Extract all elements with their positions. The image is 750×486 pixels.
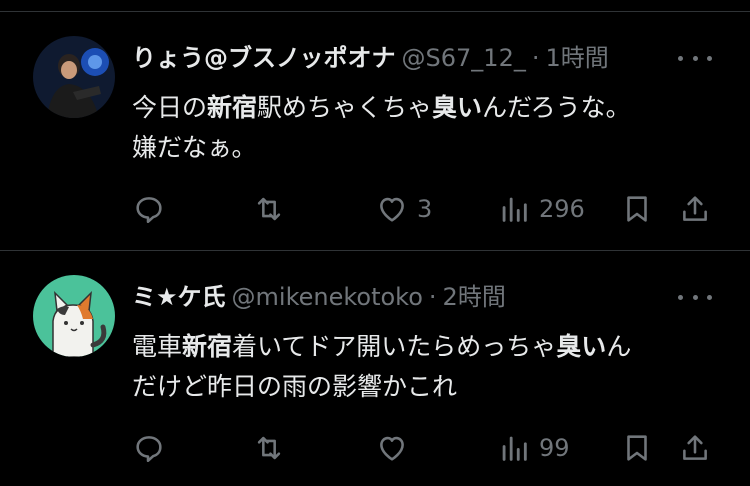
reply-button[interactable]: [132, 189, 166, 229]
text-part: 電車: [132, 332, 183, 361]
avatar-image: [33, 36, 115, 118]
avatar[interactable]: [33, 275, 115, 357]
like-icon: [380, 197, 404, 222]
reply-icon: [136, 436, 162, 463]
text-part: 今日の: [132, 93, 208, 122]
bookmark-button[interactable]: [620, 428, 654, 468]
share-button[interactable]: [678, 189, 712, 229]
text-part: 駅めちゃくちゃ: [257, 93, 433, 122]
share-button[interactable]: [678, 428, 712, 468]
avatar-image: [33, 275, 115, 357]
views-count: 296: [539, 195, 585, 223]
tweet-header: りょう@ブスノッポオナ @S67_12_ · 1時間: [132, 42, 660, 74]
reply-button[interactable]: [132, 428, 166, 468]
handle[interactable]: @mikenekotoko: [232, 283, 423, 311]
views-icon: [502, 197, 527, 222]
avatar[interactable]: [33, 36, 115, 118]
text-part-bold: 新宿: [182, 332, 233, 361]
tweet-header: ミ★ケ氏 @mikenekotoko · 2時間: [132, 281, 660, 313]
like-button[interactable]: [375, 428, 409, 468]
text-part: んだろうな。: [482, 93, 631, 122]
separator: ·: [428, 283, 437, 311]
display-name[interactable]: ミ★ケ氏: [132, 283, 226, 311]
more-icon[interactable]: [678, 287, 712, 307]
views-count: 99: [539, 434, 570, 462]
separator: ·: [531, 44, 540, 72]
tweet-text: 電車新宿着いてドア開いたらめっちゃ臭いんだけど昨日の雨の影響かこれ: [132, 327, 712, 407]
text-part: 着いてドア開いたらめっちゃ: [232, 332, 557, 361]
timestamp[interactable]: 1時間: [545, 44, 608, 72]
tweet-text: 今日の新宿駅めちゃくちゃ臭いんだろうな。嫌だなぁ。: [132, 88, 712, 168]
display-name[interactable]: りょう@ブスノッポオナ: [132, 44, 396, 72]
views-icon: [502, 436, 527, 461]
bookmark-button[interactable]: [620, 189, 654, 229]
retweet-icon: [257, 436, 281, 460]
like-count: 3: [417, 195, 433, 223]
retweet-button[interactable]: [252, 189, 286, 229]
tweet-actions: 99: [0, 428, 750, 468]
text-part-bold: 臭い: [556, 332, 607, 361]
text-part: だけど昨日の雨の影響かこれ: [132, 372, 458, 401]
views-button[interactable]: 296: [497, 189, 585, 229]
text-part: ん: [606, 332, 632, 361]
bookmark-icon: [627, 435, 647, 461]
more-icon[interactable]: [678, 48, 712, 68]
tweet-2[interactable]: ミ★ケ氏 @mikenekotoko · 2時間 電車新宿着いてドア開いたらめっちゃ臭…: [0, 251, 750, 486]
tweet-1[interactable]: りょう@ブスノッポオナ @S67_12_ · 1時間 今日の新宿駅めちゃくちゃ臭いんだ…: [0, 12, 750, 250]
retweet-button[interactable]: [252, 428, 286, 468]
tweet-actions: 3 296: [0, 189, 750, 229]
text-part-bold: 臭い: [432, 93, 483, 122]
handle[interactable]: @S67_12_: [402, 44, 526, 72]
timestamp[interactable]: 2時間: [443, 283, 506, 311]
reply-icon: [136, 197, 162, 224]
share-icon: [683, 435, 707, 460]
text-part: 嫌だなぁ。: [132, 133, 257, 162]
like-icon: [380, 436, 404, 461]
like-button[interactable]: 3: [375, 189, 432, 229]
text-part-bold: 新宿: [207, 93, 258, 122]
bookmark-icon: [627, 196, 647, 222]
share-icon: [683, 196, 707, 221]
views-button[interactable]: 99: [497, 428, 570, 468]
retweet-icon: [257, 197, 281, 221]
